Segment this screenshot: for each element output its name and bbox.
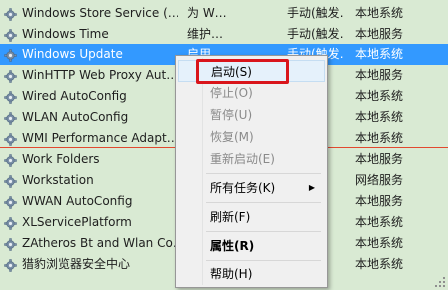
menu-item-label: 刷新(F) (210, 210, 251, 224)
context-menu: 启动(S) 停止(O) 暂停(U) 恢复(M) 重新启动(E) 所有任务(K) … (175, 55, 328, 288)
triangle-right-icon: ▶ (308, 183, 315, 192)
service-name: XLServicePlatform (22, 215, 132, 229)
menu-item-help[interactable]: 帮助(H) (178, 263, 325, 285)
gear-icon (4, 174, 17, 188)
menu-separator (206, 202, 321, 203)
service-logon-as: 本地系统 (355, 6, 404, 20)
gear-icon (4, 111, 17, 125)
menu-item-label: 属性(R) (210, 239, 255, 253)
menu-item-all-tasks[interactable]: 所有任务(K) ▶ (178, 177, 325, 199)
gear-icon (4, 153, 17, 167)
highlight-annotation-box (196, 59, 289, 84)
menu-separator (206, 231, 321, 232)
service-logon-as: 本地服务 (355, 152, 404, 166)
size-grip-icon[interactable] (428, 270, 448, 290)
service-logon-as: 本地服务 (355, 68, 404, 82)
service-logon-as: 本地系统 (355, 215, 404, 229)
service-row[interactable]: Windows Time 维护… 手动(触发… 本地服务 (0, 24, 448, 45)
service-logon-as: 本地系统 (355, 236, 404, 250)
menu-item-label: 暂停(U) (210, 108, 253, 122)
menu-item-label: 停止(O) (210, 86, 253, 100)
service-name: WWAN AutoConfig (22, 194, 133, 208)
service-name: Windows Store Service (… (22, 6, 178, 20)
service-logon-as: 本地服务 (355, 194, 404, 208)
menu-item-restart: 重新启动(E) (178, 148, 325, 170)
service-startup-type: 手动(触发… (287, 27, 345, 41)
service-name: ZAtheros Bt and Wlan Co… (22, 236, 178, 250)
service-description: 为 W… (187, 6, 227, 20)
gear-icon (4, 7, 17, 21)
gear-icon (4, 216, 17, 230)
gear-icon (4, 28, 17, 42)
gear-icon (4, 48, 17, 62)
gear-icon (4, 195, 17, 209)
service-name: Windows Time (22, 27, 109, 41)
menu-item-resume: 恢复(M) (178, 126, 325, 148)
gear-icon (4, 258, 17, 272)
service-name: WMI Performance Adapt… (22, 131, 178, 145)
service-row[interactable]: Windows Store Service (… 为 W… 手动(触发… 本地系统 (0, 3, 448, 24)
service-logon-as: 本地系统 (355, 89, 404, 103)
service-name: WLAN AutoConfig (22, 110, 129, 124)
service-name: 猎豹浏览器安全中心 (22, 257, 131, 271)
gear-icon (4, 132, 17, 146)
menu-item-properties[interactable]: 属性(R) (178, 235, 325, 257)
service-logon-as: 本地系统 (355, 257, 404, 271)
menu-separator (206, 173, 321, 174)
service-logon-as: 网络服务 (355, 173, 404, 187)
menu-item-label: 帮助(H) (210, 267, 253, 281)
service-name: Workstation (22, 173, 94, 187)
service-startup-type: 手动(触发… (287, 6, 345, 20)
service-name: Work Folders (22, 152, 100, 166)
service-logon-as: 本地系统 (355, 131, 404, 145)
menu-item-refresh[interactable]: 刷新(F) (178, 206, 325, 228)
menu-item-label: 恢复(M) (210, 130, 254, 144)
menu-item-label: 重新启动(E) (210, 152, 275, 166)
menu-separator (206, 260, 321, 261)
gear-icon (4, 237, 17, 251)
service-description: 维护… (187, 27, 224, 41)
service-name: Wired AutoConfig (22, 89, 127, 103)
gear-icon (4, 90, 17, 104)
menu-item-label: 所有任务(K) (210, 181, 276, 195)
menu-item-pause: 暂停(U) (178, 104, 325, 126)
menu-item-stop: 停止(O) (178, 82, 325, 104)
service-name: WinHTTP Web Proxy Aut… (22, 68, 178, 82)
service-logon-as: 本地系统 (355, 47, 404, 61)
gear-icon (4, 69, 17, 83)
service-logon-as: 本地系统 (355, 110, 404, 124)
service-name: Windows Update (22, 47, 123, 61)
service-logon-as: 本地服务 (355, 27, 404, 41)
